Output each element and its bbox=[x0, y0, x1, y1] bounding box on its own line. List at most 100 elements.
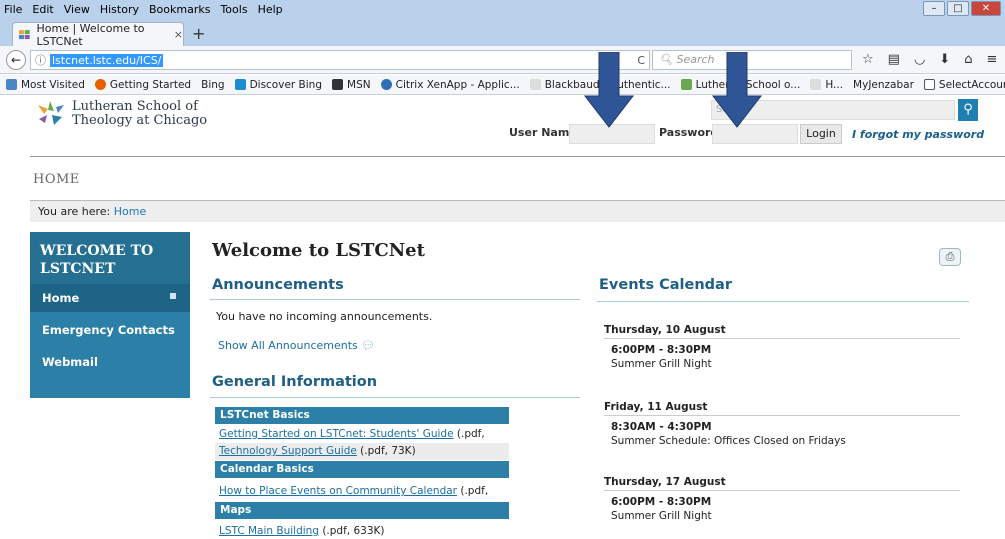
event-name[interactable]: Summer Grill Night bbox=[611, 358, 712, 370]
bookmark-item[interactable]: SelectAccount - Marth... bbox=[923, 78, 1005, 91]
logo-line-2: Theology at Chicago bbox=[72, 113, 208, 128]
document-link[interactable]: LSTC Main Building bbox=[219, 525, 319, 537]
tab-close-icon[interactable]: × bbox=[174, 28, 183, 41]
citrix-icon bbox=[380, 79, 392, 90]
tab-strip: Home | Welcome to LSTCNet × + bbox=[0, 18, 1005, 48]
menu-help[interactable]: Help bbox=[258, 3, 283, 16]
window-controls: – □ ✕ bbox=[923, 1, 1001, 16]
site-favicon-icon bbox=[19, 29, 30, 39]
info-icon[interactable]: ⓘ bbox=[35, 52, 46, 68]
site-logo[interactable]: Lutheran School of Theology at Chicago bbox=[36, 100, 207, 128]
pocket-icon[interactable]: ◡ bbox=[914, 52, 925, 67]
event-divider bbox=[604, 338, 960, 339]
bookmark-item[interactable]: Getting Started bbox=[94, 78, 192, 91]
sidebar-item-home[interactable]: Home bbox=[30, 284, 190, 312]
document-row: LSTC Main Building (.pdf, 633K) bbox=[215, 523, 509, 539]
magnifier-icon: 🔍︎ bbox=[659, 53, 677, 66]
bookmark-label: MyJenzabar bbox=[853, 78, 914, 91]
event-name[interactable]: Summer Schedule: Offices Closed on Frida… bbox=[611, 435, 846, 447]
search-button[interactable]: ⚲ bbox=[958, 99, 978, 121]
download-icon[interactable]: ⬇ bbox=[939, 52, 950, 67]
category-header: LSTCnet Basics bbox=[215, 407, 509, 424]
bookmark-item[interactable]: H... bbox=[810, 79, 843, 91]
document-row: Getting Started on LSTCnet: Students' Gu… bbox=[215, 426, 509, 457]
menu-history[interactable]: History bbox=[100, 3, 139, 16]
general-info-divider bbox=[210, 397, 580, 398]
menu-edit[interactable]: Edit bbox=[32, 3, 53, 16]
sidebar-item-label: Webmail bbox=[42, 355, 98, 369]
no-announcements-text: You have no incoming announcements. bbox=[216, 310, 433, 323]
event-date: Friday, 11 August bbox=[604, 401, 708, 413]
menu-view[interactable]: View bbox=[64, 3, 90, 16]
msn-icon bbox=[332, 79, 344, 90]
bookmark-item[interactable]: Citrix XenApp - Applic... bbox=[380, 78, 520, 91]
home-icon[interactable]: ⌂ bbox=[964, 52, 972, 67]
menu-file[interactable]: File bbox=[4, 3, 22, 16]
logo-line-1: Lutheran School of bbox=[72, 99, 198, 114]
url-text: lstcnet.lstc.edu/ICS/ bbox=[50, 53, 164, 67]
firefox-icon bbox=[94, 79, 106, 90]
speech-bubble-icon: 💬︎ bbox=[361, 339, 376, 352]
reading-list-icon[interactable]: ▤ bbox=[888, 52, 900, 67]
event-name[interactable]: Summer Grill Night bbox=[611, 510, 712, 522]
bookmark-item[interactable]: Most Visited bbox=[6, 79, 85, 91]
announcements-heading: Announcements bbox=[212, 277, 344, 293]
menu-bookmarks[interactable]: Bookmarks bbox=[149, 3, 210, 16]
page-icon bbox=[529, 79, 541, 90]
sidebar: WELCOME TO LSTCNET Home Emergency Contac… bbox=[30, 232, 190, 398]
bookmark-star-icon[interactable]: ☆ bbox=[862, 52, 874, 67]
browser-tab[interactable]: Home | Welcome to LSTCNet × bbox=[12, 21, 184, 48]
breadcrumb-prefix: You are here: bbox=[38, 205, 111, 218]
search-icon: ⚲ bbox=[963, 102, 973, 117]
event-time: 6:00PM - 8:30PM bbox=[611, 496, 712, 508]
menu-hamburger-icon[interactable]: ≡ bbox=[986, 52, 997, 67]
reload-icon[interactable]: C bbox=[637, 54, 645, 67]
address-bar[interactable]: ⓘ lstcnet.lstc.edu/ICS/ C bbox=[30, 50, 650, 70]
events-heading: Events Calendar bbox=[599, 277, 732, 293]
sidebar-item-webmail[interactable]: Webmail bbox=[30, 348, 190, 376]
breadcrumb-home-link[interactable]: Home bbox=[114, 205, 146, 218]
document-link[interactable]: Technology Support Guide bbox=[219, 445, 357, 457]
print-icon[interactable]: ⎙ bbox=[939, 248, 961, 266]
bookmark-label: Citrix XenApp - Applic... bbox=[395, 78, 520, 91]
document-link[interactable]: Getting Started on LSTCnet: Students' Gu… bbox=[219, 428, 454, 440]
category-header: Calendar Basics bbox=[215, 461, 509, 478]
category-header: Maps bbox=[215, 502, 509, 519]
close-window-icon[interactable]: ✕ bbox=[971, 1, 1001, 16]
bookmark-label: Getting Started bbox=[109, 78, 192, 91]
back-arrow-icon[interactable]: ← bbox=[6, 49, 26, 70]
sidebar-item-emergency-contacts[interactable]: Emergency Contacts bbox=[30, 316, 190, 344]
document-row: Technology Support Guide (.pdf, 73K) bbox=[215, 443, 509, 460]
forgot-password-link[interactable]: I forgot my password bbox=[852, 128, 984, 141]
login-button[interactable]: Login bbox=[800, 124, 842, 144]
bookmark-item[interactable]: Bing bbox=[201, 79, 224, 91]
menu-tools[interactable]: Tools bbox=[220, 3, 247, 16]
header-divider bbox=[30, 156, 1005, 157]
navigation-bar: ← ⓘ lstcnet.lstc.edu/ICS/ C 🔍︎ Search ☆ … bbox=[0, 46, 1005, 74]
down-arrow-annotation-icon bbox=[711, 52, 763, 128]
maximize-icon[interactable]: □ bbox=[947, 1, 969, 16]
page-icon bbox=[810, 79, 822, 90]
site-icon bbox=[680, 79, 692, 90]
bookmark-item[interactable]: Discover Bing bbox=[234, 78, 323, 91]
event-date: Thursday, 10 August bbox=[604, 324, 726, 336]
bing-icon bbox=[234, 79, 246, 90]
page-content: Lutheran School of Theology at Chicago S… bbox=[0, 96, 1005, 539]
event-time: 6:00PM - 8:30PM bbox=[611, 344, 712, 356]
document-row: How to Place Events on Community Calenda… bbox=[215, 483, 509, 514]
bookmark-label: SelectAccount - Marth... bbox=[938, 78, 1005, 91]
bookmark-item[interactable]: MSN bbox=[332, 79, 371, 91]
sidebar-title: WELCOME TO LSTCNET bbox=[30, 232, 190, 284]
bookmark-label: Discover Bing bbox=[249, 78, 323, 91]
tab-title: Home | Welcome to LSTCNet bbox=[36, 21, 145, 48]
bookmark-item[interactable]: MyJenzabar bbox=[853, 79, 914, 91]
new-tab-button[interactable]: + bbox=[192, 24, 205, 43]
show-all-announcements-link[interactable]: Show All Announcements 💬︎ bbox=[218, 339, 375, 352]
document-meta: (.pdf, 633K) bbox=[318, 525, 385, 537]
sidebar-title-line-2: LSTCNET bbox=[40, 261, 116, 277]
minimize-icon[interactable]: – bbox=[923, 1, 945, 16]
page-section-label: HOME bbox=[33, 172, 80, 187]
general-info-heading: General Information bbox=[212, 374, 378, 390]
document-link[interactable]: How to Place Events on Community Calenda… bbox=[219, 485, 457, 497]
show-all-label: Show All Announcements bbox=[218, 339, 358, 352]
